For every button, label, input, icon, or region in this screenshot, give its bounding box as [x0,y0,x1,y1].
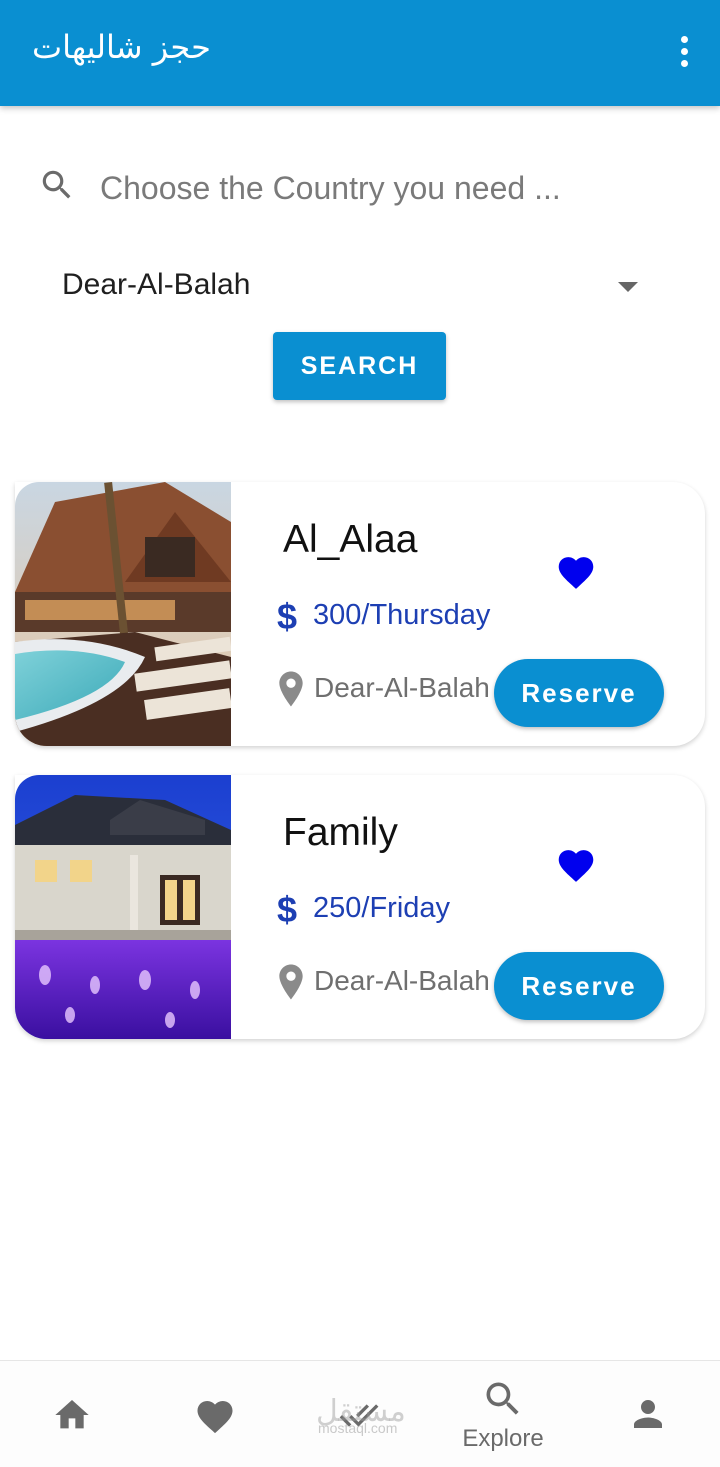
heart-icon [197,1401,233,1434]
app-title: حجز شاليهات [32,28,211,66]
nav-item-explore[interactable]: Explore [443,1361,563,1467]
dropdown-arrow-icon [618,282,638,292]
chalet-name: Family [283,811,398,854]
nav-item-profile[interactable] [588,1361,708,1467]
location-dropdown[interactable]: Dear-Al-Balah [40,258,660,316]
chalet-price: 300/Thursday [313,599,491,631]
dollar-icon: $ [277,889,298,930]
nav-item-home[interactable] [12,1361,132,1467]
reserve-button[interactable]: Reserve [494,952,664,1020]
nav-label-explore: Explore [462,1425,544,1452]
chalet-card: Al_Alaa $ 300/Thursday Dear-Al-Balah Res… [15,482,705,746]
nav-item-favorites[interactable] [155,1361,275,1467]
more-options-icon[interactable] [674,36,694,72]
app-bar: حجز شاليهات [0,0,720,106]
home-icon [55,1400,89,1429]
dollar-icon: $ [277,596,298,637]
location-pin-icon [279,671,303,707]
search-icon [486,1382,519,1415]
chalet-name: Al_Alaa [283,518,418,561]
location-pin-icon [279,964,303,1000]
favorite-heart-icon[interactable] [555,845,597,883]
search-button[interactable]: SEARCH [273,332,446,400]
search-bar [38,162,678,214]
person-icon [634,1400,662,1428]
chalet-card: Family $ 250/Friday Dear-Al-Balah Reserv… [15,775,705,1039]
search-input[interactable] [98,162,662,214]
chalet-photo [15,775,231,1039]
reserve-button[interactable]: Reserve [494,659,664,727]
search-icon [42,170,71,199]
favorite-heart-icon[interactable] [555,552,597,590]
location-dropdown-value: Dear-Al-Balah [62,268,251,301]
chalet-photo [15,482,231,746]
chalet-location: Dear-Al-Balah [314,672,490,703]
chalet-price: 250/Friday [313,892,451,924]
chalet-location: Dear-Al-Balah [314,965,490,996]
watermark-url: mostaql.com [318,1420,398,1436]
